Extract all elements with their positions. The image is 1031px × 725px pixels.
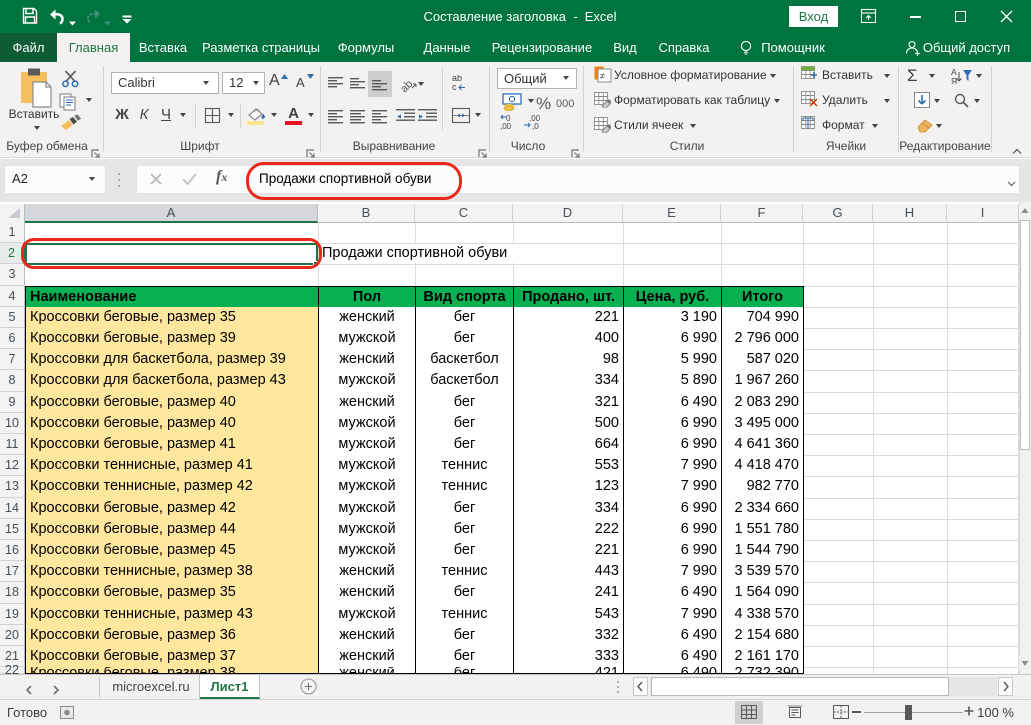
svg-text:,00: ,00 (500, 122, 512, 131)
svg-text:,0: ,0 (532, 122, 539, 131)
svg-text:c: c (452, 82, 457, 92)
svg-text:Я: Я (951, 76, 957, 85)
svg-text:≠: ≠ (600, 71, 605, 81)
svg-text:ab: ab (398, 78, 415, 94)
